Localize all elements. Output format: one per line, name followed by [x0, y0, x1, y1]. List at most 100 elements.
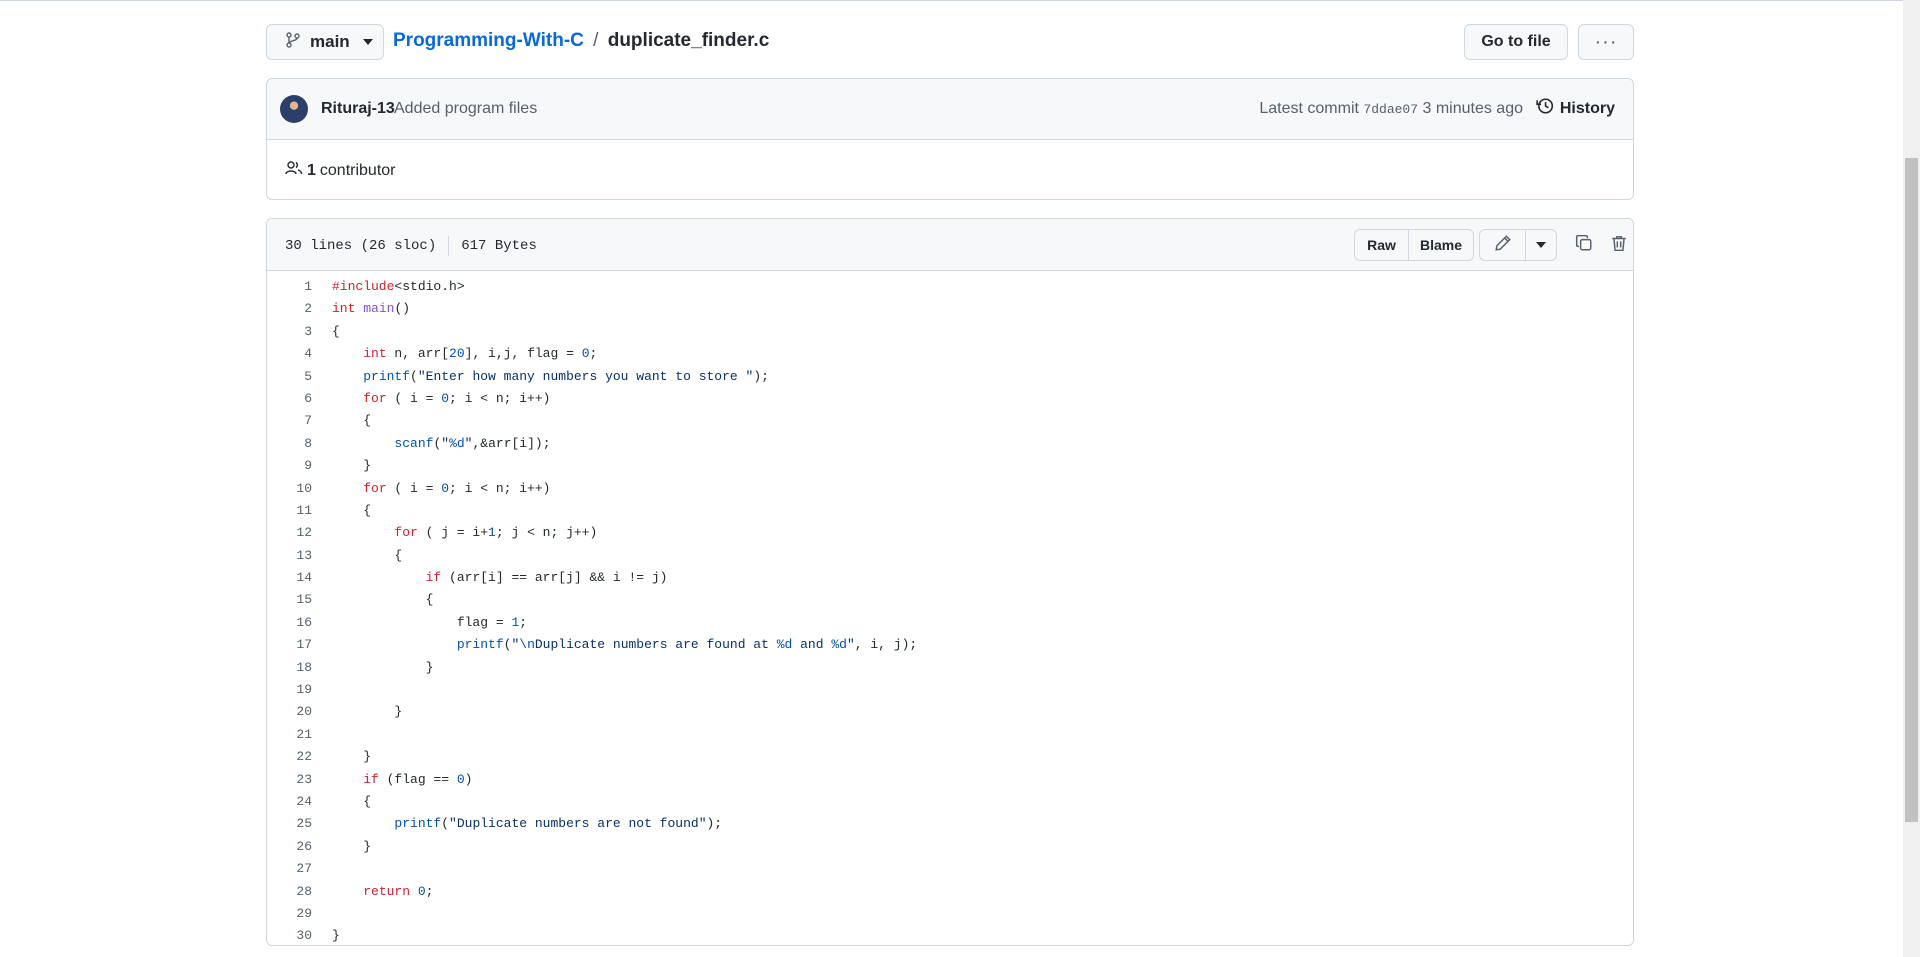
- code-line: 30}: [267, 925, 1633, 945]
- line-number[interactable]: 8: [267, 433, 312, 455]
- line-number[interactable]: 9: [267, 455, 312, 477]
- line-number[interactable]: 14: [267, 567, 312, 589]
- line-number[interactable]: 21: [267, 724, 312, 746]
- line-number[interactable]: 10: [267, 478, 312, 500]
- scrollbar-thumb[interactable]: [1905, 158, 1918, 822]
- scrollbar[interactable]: [1903, 0, 1920, 957]
- line-code: flag = 1;: [332, 614, 528, 630]
- code-line: 20 }: [267, 701, 1633, 723]
- file-info: 30 lines (26 sloc) 617 Bytes: [285, 236, 537, 256]
- breadcrumb-separator: /: [593, 30, 599, 51]
- line-number[interactable]: 26: [267, 836, 312, 858]
- line-code: }: [332, 838, 372, 854]
- line-number[interactable]: 22: [267, 746, 312, 768]
- line-code: scanf("%d",&arr[i]);: [394, 435, 551, 451]
- repo-link[interactable]: Programming-With-C: [393, 30, 584, 51]
- history-link[interactable]: History: [1536, 97, 1615, 120]
- branch-select-button[interactable]: main: [266, 24, 384, 60]
- code-line: 22 }: [267, 746, 1633, 768]
- line-number[interactable]: 7: [267, 410, 312, 432]
- line-code: for ( j = i+1; j < n; j++): [394, 525, 598, 541]
- code-line: 24 {: [267, 791, 1633, 813]
- edit-dropdown-button[interactable]: [1525, 230, 1556, 260]
- line-number[interactable]: 29: [267, 903, 312, 925]
- line-number[interactable]: 2: [267, 298, 312, 320]
- line-code: if (arr[i] == arr[j] && i != j): [425, 570, 668, 586]
- contributors-link[interactable]: 1 contributor: [285, 160, 396, 181]
- line-code: #include<stdio.h>: [332, 279, 465, 294]
- commit-box: Rituraj-13 Added program files Latest co…: [266, 78, 1634, 200]
- code-line: 14 if (arr[i] == arr[j] && i != j): [267, 567, 1633, 589]
- contributor-label: contributor: [319, 161, 396, 179]
- line-number[interactable]: 17: [267, 634, 312, 656]
- code-line: 18 }: [267, 657, 1633, 679]
- line-number[interactable]: 24: [267, 791, 312, 813]
- chevron-down-icon: [1536, 242, 1546, 248]
- line-code: {: [332, 592, 434, 608]
- file-viewer: 30 lines (26 sloc) 617 Bytes Raw Blame 1…: [266, 218, 1634, 946]
- code-line: 29: [267, 903, 1633, 925]
- code-line: 11 {: [267, 500, 1633, 522]
- commit-author[interactable]: Rituraj-13: [321, 100, 395, 118]
- line-code: {: [332, 547, 403, 563]
- line-code: printf("Duplicate numbers are not found"…: [394, 816, 723, 832]
- commit-header: Rituraj-13 Added program files Latest co…: [267, 79, 1633, 140]
- code-line: 12 for ( j = i+1; j < n; j++): [267, 522, 1633, 544]
- code-table: 1 #include<stdio.h> 2 int main() 3{4 int n, …: [267, 271, 1633, 945]
- file-header: 30 lines (26 sloc) 617 Bytes Raw Blame: [267, 219, 1633, 271]
- more-options-button[interactable]: ···: [1578, 24, 1634, 60]
- code-line: 4 int n, arr[20], i,j, flag = 0;: [267, 343, 1633, 365]
- copy-button[interactable]: [1572, 233, 1596, 257]
- line-code: printf("\nDuplicate numbers are found at…: [456, 637, 918, 653]
- code-line: 5 printf("Enter how many numbers you wan…: [267, 366, 1633, 388]
- delete-button[interactable]: [1607, 233, 1631, 257]
- history-icon: [1536, 97, 1554, 120]
- line-number[interactable]: 28: [267, 881, 312, 903]
- file-info-divider: [448, 236, 450, 256]
- line-number[interactable]: 27: [267, 858, 312, 880]
- go-to-file-button[interactable]: Go to file: [1464, 24, 1568, 60]
- code-line: 16 flag = 1;: [267, 612, 1633, 634]
- line-code: }: [332, 928, 340, 944]
- line-number[interactable]: 6: [267, 388, 312, 410]
- line-number[interactable]: 20: [267, 701, 312, 723]
- line-number[interactable]: 30: [267, 925, 312, 945]
- copy-icon: [1575, 234, 1593, 257]
- line-number[interactable]: 12: [267, 522, 312, 544]
- line-number[interactable]: 3: [267, 321, 312, 343]
- line-number[interactable]: 19: [267, 679, 312, 701]
- line-code: int n, arr[20], i,j, flag = 0;: [363, 346, 598, 362]
- line-code: for ( i = 0; i < n; i++): [363, 390, 551, 406]
- raw-blame-group: Raw Blame: [1354, 229, 1474, 261]
- blame-button[interactable]: Blame: [1408, 230, 1473, 260]
- code-line: 26 }: [267, 836, 1633, 858]
- edit-button[interactable]: [1480, 230, 1525, 260]
- line-code: }: [332, 749, 372, 765]
- line-number[interactable]: 23: [267, 769, 312, 791]
- kebab-icon: ···: [1594, 30, 1618, 53]
- line-number[interactable]: 18: [267, 657, 312, 679]
- line-number[interactable]: 13: [267, 545, 312, 567]
- line-count: 30 lines (26 sloc): [285, 238, 437, 254]
- line-number[interactable]: 15: [267, 589, 312, 611]
- code-line: 9 }: [267, 455, 1633, 477]
- chevron-down-icon: [362, 39, 373, 45]
- line-number[interactable]: 4: [267, 343, 312, 365]
- code-line: 28 return 0;: [267, 881, 1633, 903]
- commit-message[interactable]: Added program files: [394, 100, 537, 118]
- raw-button[interactable]: Raw: [1355, 230, 1408, 260]
- avatar[interactable]: [280, 95, 308, 123]
- line-number[interactable]: 11: [267, 500, 312, 522]
- commit-sha[interactable]: 7ddae07: [1363, 102, 1418, 117]
- line-code: }: [332, 704, 403, 720]
- line-number[interactable]: 1: [267, 276, 312, 298]
- line-number[interactable]: 5: [267, 366, 312, 388]
- code-line: 17 printf("\nDuplicate numbers are found…: [267, 634, 1633, 656]
- people-icon: [285, 160, 303, 181]
- line-number[interactable]: 25: [267, 813, 312, 835]
- code-line: 1 #include<stdio.h>: [267, 276, 1633, 298]
- line-number[interactable]: 16: [267, 612, 312, 634]
- file-name: duplicate_finder.c: [607, 30, 770, 51]
